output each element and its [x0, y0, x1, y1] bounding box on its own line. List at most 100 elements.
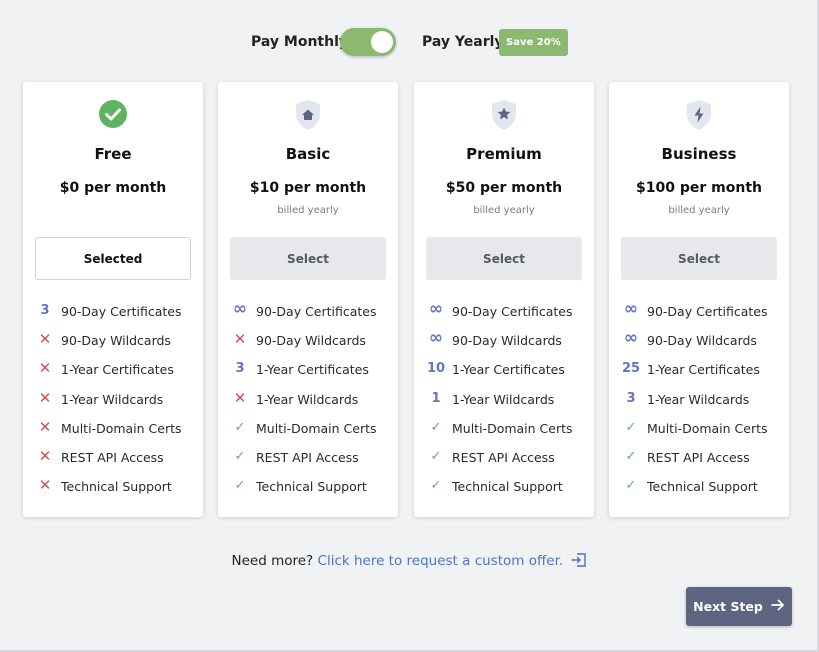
cross-icon: ✕: [38, 330, 52, 349]
plan-card-premium: Premium $50 per month billed yearly Sele…: [414, 82, 594, 517]
feature-label: 1-Year Wildcards: [256, 391, 359, 407]
external-link-icon[interactable]: [571, 552, 587, 572]
plan-card-business: Business $100 per month billed yearly Se…: [609, 82, 789, 517]
plan-name: Free: [94, 145, 132, 163]
feature-item: ✓ REST API Access: [414, 448, 594, 477]
feature-item: ✓ Multi-Domain Certs: [609, 419, 789, 448]
feature-count: 1: [431, 390, 441, 406]
feature-item: ✓ Technical Support: [609, 477, 789, 506]
cross-icon: ✕: [38, 359, 52, 378]
custom-offer-link[interactable]: Click here to request a custom offer.: [318, 553, 564, 569]
feature-label: Technical Support: [256, 479, 367, 495]
infinity-icon: ∞: [428, 328, 444, 349]
check-icon: ✓: [430, 419, 442, 435]
feature-item: ✓ Multi-Domain Certs: [218, 419, 398, 448]
plan-name: Business: [661, 145, 737, 163]
feature-label: Technical Support: [61, 479, 172, 495]
cross-icon: ✕: [38, 417, 52, 436]
billing-toggle[interactable]: [340, 28, 396, 56]
feature-count: 10: [426, 361, 446, 377]
plan-billing-note: billed yearly: [277, 205, 339, 216]
select-plan-button[interactable]: Select: [621, 237, 777, 280]
feature-list: 3 90-Day Certificates ✕ 90-Day Wildcards ✕…: [23, 302, 203, 506]
feature-item: ✕ 1-Year Wildcards: [23, 388, 203, 419]
arrow-right-icon: [770, 599, 785, 614]
feature-list: ∞ 90-Day Certificates ∞ 90-Day Wildcards 2…: [609, 299, 789, 506]
infinity-icon: ∞: [232, 299, 248, 319]
pay-monthly-label[interactable]: Pay Monthly: [251, 34, 348, 50]
billing-period-switch: Pay Monthly Pay Yearly Save 20%: [0, 28, 819, 56]
feature-label: Technical Support: [647, 479, 758, 495]
plan-name: Basic: [285, 145, 331, 163]
need-more-text: Need more?: [231, 553, 314, 569]
feature-label: 90-Day Certificates: [452, 304, 573, 319]
feature-count: 3: [626, 390, 636, 406]
feature-label: 90-Day Wildcards: [647, 333, 757, 349]
feature-item: ∞ 90-Day Certificates: [218, 299, 398, 331]
select-plan-button[interactable]: Select: [230, 237, 386, 280]
feature-item: ✓ Technical Support: [218, 477, 398, 506]
feature-item: ∞ 90-Day Wildcards: [609, 328, 789, 360]
feature-item: ∞ 90-Day Wildcards: [414, 328, 594, 360]
feature-label: Multi-Domain Certs: [452, 420, 573, 436]
cross-icon: ✕: [38, 476, 52, 495]
plan-price: $0 per month: [59, 180, 167, 196]
feature-label: 1-Year Certificates: [256, 362, 369, 378]
feature-list: ∞ 90-Day Certificates ✕ 90-Day Wildcards 3…: [218, 299, 398, 506]
feature-item: 3 1-Year Wildcards: [609, 390, 789, 419]
next-step-label: Next Step: [693, 599, 763, 614]
custom-offer-prompt: Need more? Click here to request a custo…: [0, 552, 819, 572]
feature-count: 25: [621, 361, 641, 377]
check-icon: ✓: [625, 448, 637, 464]
feature-label: 1-Year Certificates: [452, 362, 565, 378]
feature-item: ✓ Technical Support: [414, 477, 594, 506]
check-circle-icon: [23, 99, 203, 131]
infinity-icon: ∞: [428, 299, 444, 319]
feature-item: 1 1-Year Wildcards: [414, 390, 594, 419]
plan-price: $50 per month: [445, 180, 563, 196]
feature-label: Multi-Domain Certs: [647, 420, 768, 436]
selected-plan-button[interactable]: Selected: [35, 237, 191, 280]
feature-count: 3: [40, 303, 50, 318]
next-step-button[interactable]: Next Step: [686, 587, 792, 626]
feature-item: ✕ Multi-Domain Certs: [23, 417, 203, 448]
feature-item: ∞ 90-Day Certificates: [609, 299, 789, 331]
cross-icon: ✕: [233, 388, 247, 407]
check-icon: ✓: [234, 448, 246, 464]
feature-item: ✓ REST API Access: [609, 448, 789, 477]
feature-item: ∞ 90-Day Certificates: [414, 299, 594, 331]
plan-name: Premium: [466, 145, 542, 163]
feature-item: 3 90-Day Certificates: [23, 302, 203, 331]
feature-item: 10 1-Year Certificates: [414, 360, 594, 389]
feature-label: 1-Year Certificates: [61, 362, 174, 378]
feature-label: 1-Year Wildcards: [61, 391, 164, 407]
check-icon: ✓: [430, 478, 442, 494]
feature-label: 90-Day Wildcards: [452, 333, 562, 349]
feature-item: ✕ 90-Day Wildcards: [23, 330, 203, 360]
pay-yearly-label[interactable]: Pay Yearly: [422, 34, 504, 50]
cross-icon: ✕: [38, 388, 52, 407]
shield-star-icon: [414, 99, 594, 131]
check-icon: ✓: [234, 478, 246, 494]
cross-icon: ✕: [38, 446, 52, 465]
feature-label: 1-Year Certificates: [647, 362, 760, 378]
feature-label: 90-Day Wildcards: [61, 333, 171, 349]
feature-label: 1-Year Wildcards: [647, 391, 750, 407]
plan-billing-note: billed yearly: [668, 205, 730, 216]
feature-label: Technical Support: [452, 479, 563, 495]
feature-label: 1-Year Wildcards: [452, 391, 555, 407]
infinity-icon: ∞: [623, 299, 639, 319]
feature-label: 90-Day Certificates: [647, 304, 768, 319]
shield-bolt-icon: [609, 99, 789, 131]
check-icon: ✓: [625, 478, 637, 494]
check-icon: ✓: [430, 448, 442, 464]
shield-home-icon: [218, 99, 398, 131]
feature-list: ∞ 90-Day Certificates ∞ 90-Day Wildcards 1…: [414, 299, 594, 506]
plan-price: $10 per month: [249, 180, 367, 196]
feature-label: REST API Access: [647, 449, 750, 465]
select-plan-button[interactable]: Select: [426, 237, 582, 280]
feature-item: 25 1-Year Certificates: [609, 360, 789, 389]
feature-count: 3: [235, 361, 245, 377]
feature-label: REST API Access: [256, 449, 359, 465]
plan-card-free: Free $0 per month Selected 3 90-Day Certi…: [23, 82, 203, 517]
